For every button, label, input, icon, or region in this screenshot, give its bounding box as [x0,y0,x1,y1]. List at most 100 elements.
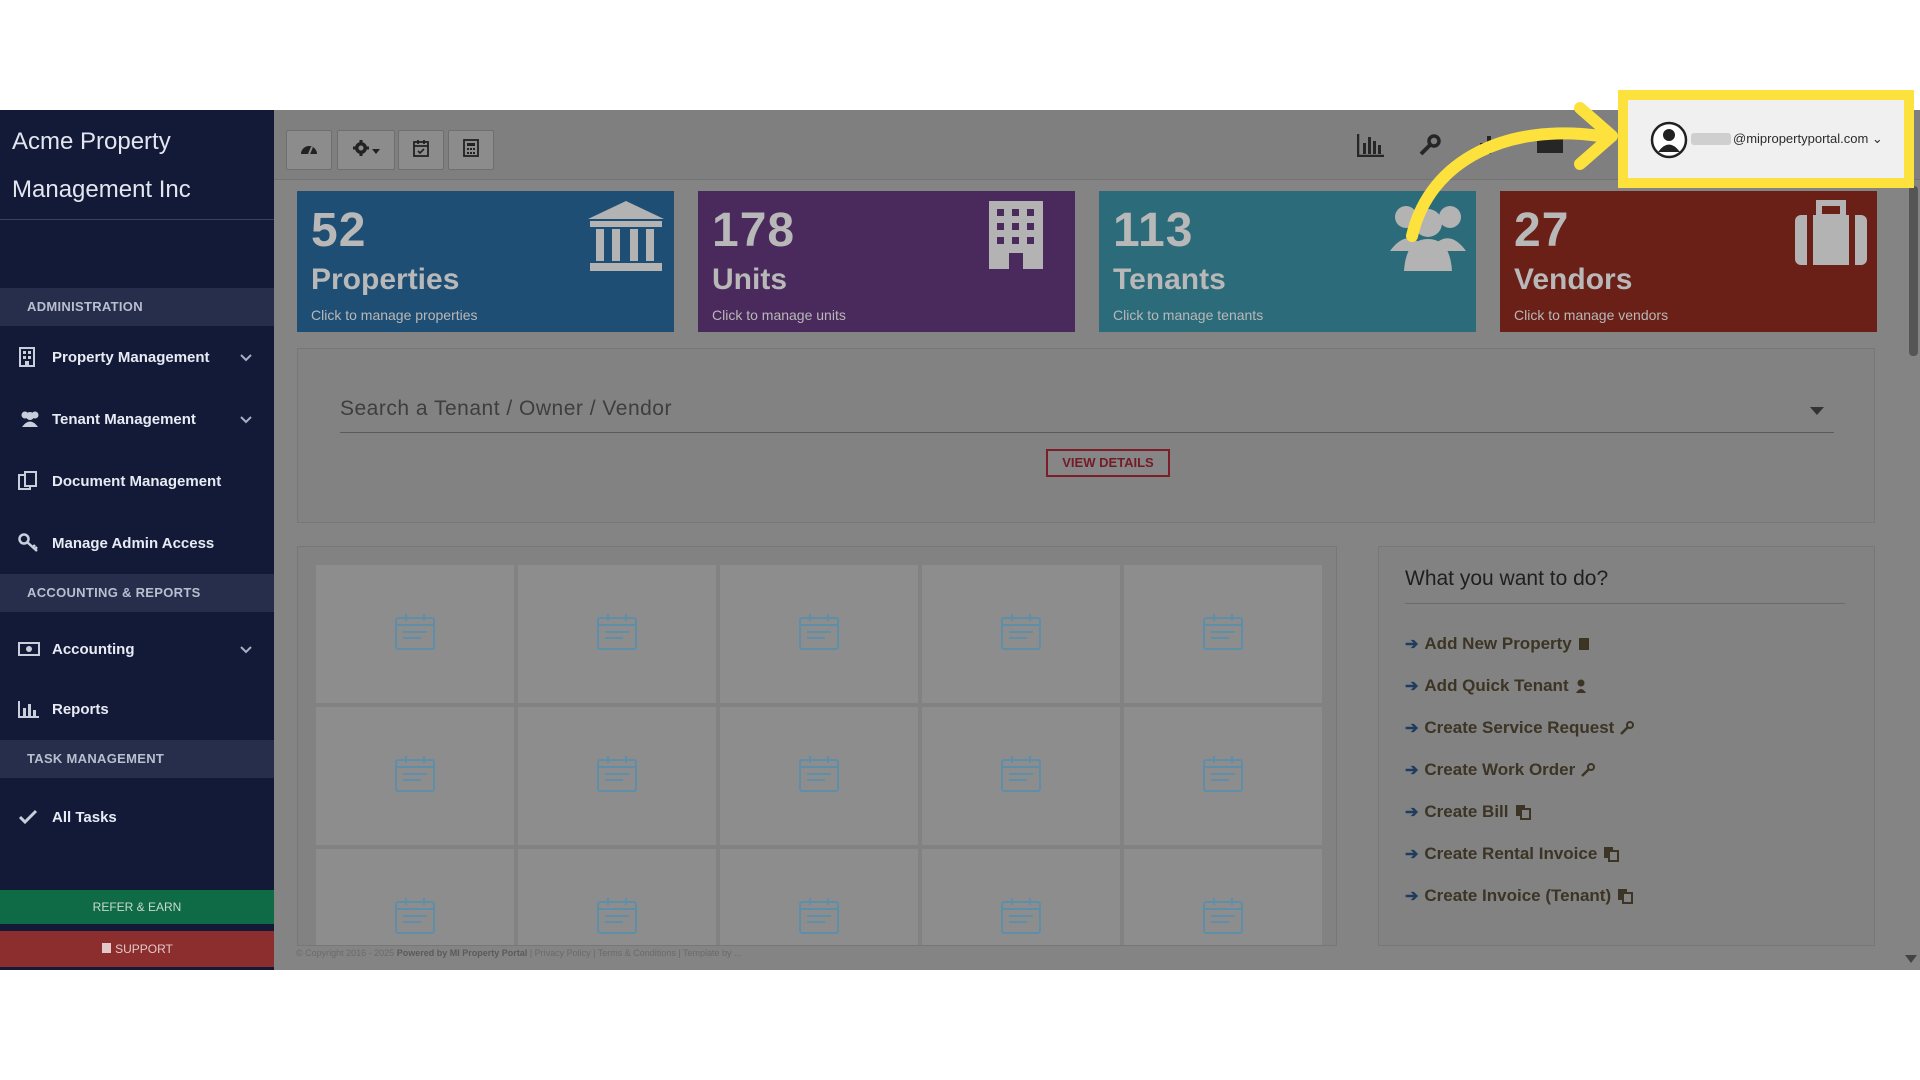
building-icon [18,347,52,367]
sidebar-item-property-management[interactable]: Property Management [0,326,274,388]
book-icon [101,932,112,968]
quick-tile[interactable] [518,707,716,845]
card-title: Tenants [1113,263,1226,296]
calendar-button[interactable] [398,130,444,170]
documents-icon [18,471,52,491]
card-subtitle: Click to manage units [712,307,846,323]
card-count: 113 [1113,204,1194,257]
settings-dropdown-button[interactable] [337,130,395,170]
sidebar-item-reports[interactable]: Reports [0,678,274,740]
user-email: @mipropertyportal.com ⌄ [1691,131,1883,147]
todo-label: Create Service Request [1424,718,1615,737]
todo-label: Add New Property [1424,634,1572,653]
copy-icon [1515,804,1531,820]
calendar-list-icon [1000,755,1042,798]
calendar-list-icon [596,613,638,656]
quick-tile[interactable] [720,849,918,945]
gear-icon [352,139,370,162]
section-accounting-reports: ACCOUNTING & REPORTS [0,574,274,612]
sidebar-item-label: Accounting [52,640,135,658]
support-button[interactable]: SUPPORT [0,931,274,967]
todo-create-service-request[interactable]: ➔ Create Service Request [1405,715,1635,741]
app-window: Acme Property Management Inc ADMINISTRAT… [0,90,1920,970]
caret-down-icon [372,141,380,159]
search-panel: Search a Tenant / Owner / Vendor VIEW DE… [297,348,1875,523]
quick-tile[interactable] [922,849,1120,945]
quick-tile[interactable] [316,565,514,703]
calendar-list-icon [1202,613,1244,656]
scroll-down-arrow[interactable] [1905,955,1917,963]
quick-tile[interactable] [1124,849,1322,945]
quick-tile[interactable] [720,565,918,703]
bank-icon [586,199,666,280]
calendar-check-icon [412,139,430,162]
users-icon [18,410,52,428]
units-card[interactable]: 178 Units Click to manage units [698,191,1075,332]
search-select[interactable]: Search a Tenant / Owner / Vendor [340,393,1834,433]
todo-create-bill[interactable]: ➔ Create Bill [1405,799,1531,825]
calculator-button[interactable] [448,130,494,170]
quick-tiles-panel [297,546,1337,946]
todo-add-quick-tenant[interactable]: ➔ Add Quick Tenant [1405,673,1587,699]
bar-chart-icon [18,700,52,718]
building-icon [1578,637,1590,651]
sidebar-item-document-management[interactable]: Document Management [0,450,274,512]
quick-tile[interactable] [316,849,514,945]
quick-tile[interactable] [720,707,918,845]
card-title: Properties [311,263,460,296]
refer-earn-button[interactable]: REFER & EARN [0,890,274,924]
properties-card[interactable]: 52 Properties Click to manage properties [297,191,674,332]
support-label: SUPPORT [115,942,173,956]
todo-create-work-order[interactable]: ➔ Create Work Order [1405,757,1596,783]
sidebar-item-manage-admin-access[interactable]: Manage Admin Access [0,512,274,574]
view-details-button[interactable]: VIEW DETAILS [1046,449,1170,477]
calendar-list-icon [394,755,436,798]
sidebar-item-label: Property Management [52,348,210,366]
sidebar-item-tenant-management[interactable]: Tenant Management [0,388,274,450]
sidebar-item-label: Document Management [52,472,222,490]
todo-create-rental-invoice[interactable]: ➔ Create Rental Invoice [1405,841,1620,867]
chevron-down-icon [240,411,256,428]
todo-create-invoice-tenant[interactable]: ➔ Create Invoice (Tenant) [1405,883,1634,909]
card-subtitle: Click to manage properties [311,307,478,323]
calendar-list-icon [596,755,638,798]
footer-powered: Powered by MI Property Portal [396,948,528,958]
annotation-arrow-icon [1406,102,1618,242]
footer: © Copyright 2016 - 2025 Powered by MI Pr… [296,948,742,958]
quick-tile[interactable] [1124,707,1322,845]
reports-chart-icon[interactable] [1357,130,1385,160]
quick-tile[interactable] [316,707,514,845]
brand-name: Acme Property Management Inc [0,110,274,220]
dashboard-button[interactable] [286,130,332,170]
sidebar-item-all-tasks[interactable]: All Tasks [0,778,274,856]
calendar-list-icon [596,897,638,940]
todo-panel: What you want to do? ➔ Add New Property ➔… [1378,546,1875,946]
quick-tile[interactable] [922,565,1120,703]
todo-add-new-property[interactable]: ➔ Add New Property [1405,631,1590,657]
arrow-right-icon: ➔ [1405,636,1419,653]
calendar-list-icon [798,897,840,940]
sidebar-item-label: Manage Admin Access [52,534,215,552]
quick-tile[interactable] [518,565,716,703]
quick-tile[interactable] [1124,565,1322,703]
scrollbar-thumb[interactable] [1909,186,1918,356]
quick-tile[interactable] [922,707,1120,845]
main-content: 52 Properties Click to manage properties… [274,110,1920,970]
sidebar-item-accounting[interactable]: Accounting [0,620,274,678]
calendar-list-icon [1000,897,1042,940]
footer-links[interactable]: | Privacy Policy | Terms & Conditions [530,948,676,958]
arrow-right-icon: ➔ [1405,888,1419,905]
user-menu-highlight[interactable]: @mipropertyportal.com ⌄ [1618,90,1914,188]
copy-icon [1603,846,1620,862]
todo-label: Create Rental Invoice [1424,844,1598,863]
calendar-list-icon [1000,613,1042,656]
arrow-right-icon: ➔ [1405,762,1419,779]
sidebar-item-label: Reports [52,700,109,718]
calendar-list-icon [798,613,840,656]
wrench-icon [1581,763,1596,777]
quick-tile[interactable] [518,849,716,945]
calendar-list-icon [1202,897,1244,940]
todo-label: Create Bill [1424,802,1509,821]
user-icon [1575,679,1587,693]
chevron-down-icon: ⌄ [1871,131,1883,146]
